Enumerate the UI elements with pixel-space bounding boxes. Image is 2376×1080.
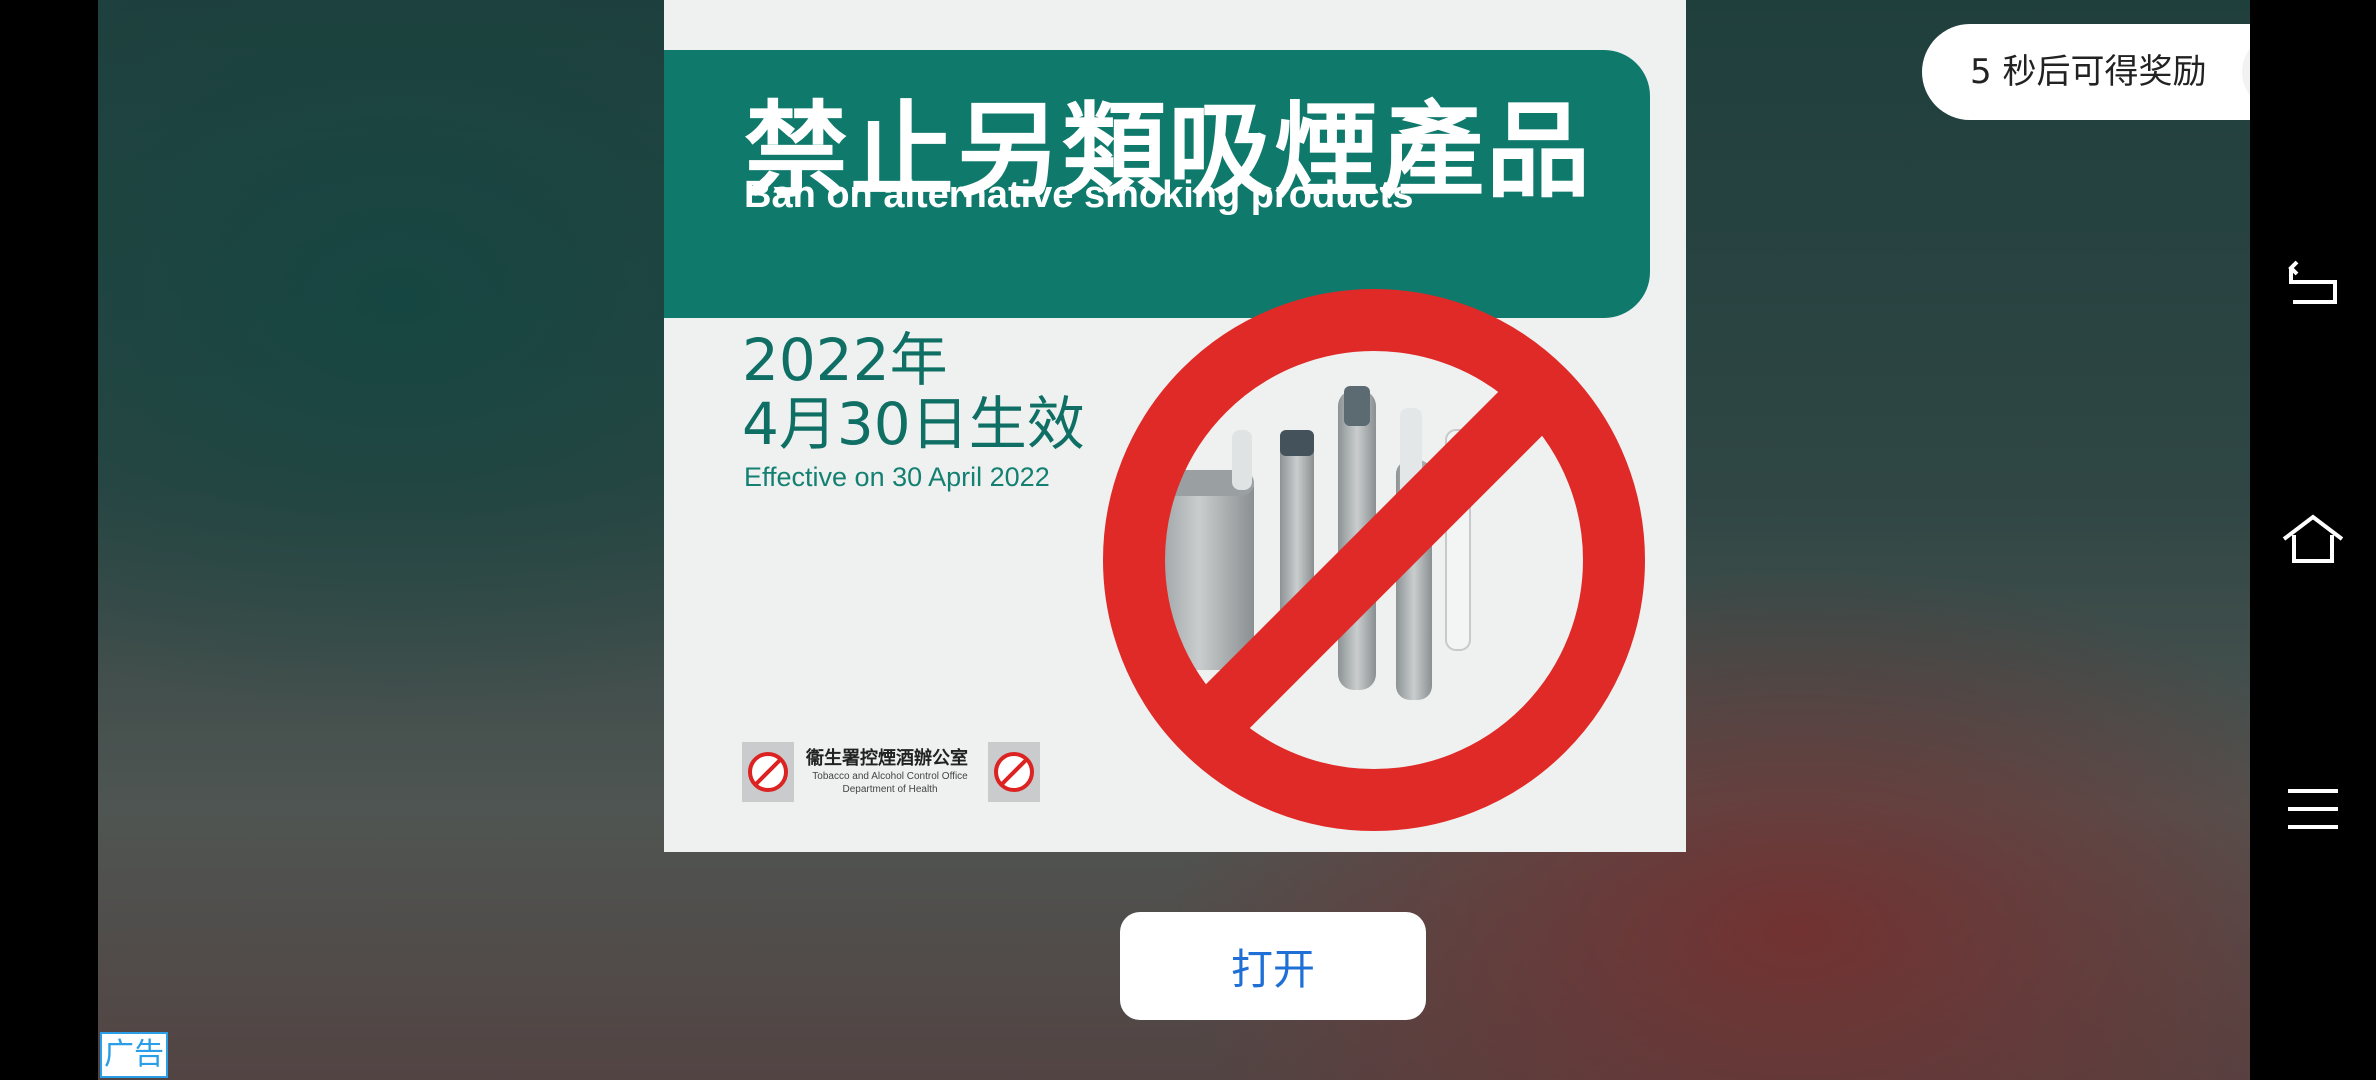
ad-effective-date-zh: 2022年 4月30日生效 — [742, 326, 1085, 458]
ad-effective-date-en: Effective on 30 April 2022 — [744, 462, 1050, 492]
menu-icon — [2288, 789, 2338, 829]
back-button[interactable] — [2268, 240, 2358, 330]
no-smoking-products-icon — [1103, 289, 1645, 831]
footer-org-en: Tobacco and Alcohol Control Office Depar… — [812, 771, 968, 795]
footer-org-zh: 衞生署控煙酒辦公室 — [806, 748, 968, 769]
open-button[interactable]: 打开 — [1120, 912, 1426, 1020]
menu-button[interactable] — [2268, 764, 2358, 854]
ad-background: 禁止另類吸煙產品 Ban on alternative smoking prod… — [98, 0, 2250, 1080]
home-button[interactable] — [2268, 494, 2358, 584]
close-button[interactable] — [2242, 34, 2250, 110]
back-icon — [2288, 260, 2337, 304]
ad-label: 广告 — [100, 1032, 168, 1078]
home-icon — [2282, 514, 2344, 563]
left-black-bar — [0, 0, 98, 1080]
ad-title-en: Ban on alternative smoking products — [744, 174, 1414, 216]
reward-countdown-text: 5 秒后可得奖励 — [1970, 52, 2207, 92]
ad-creative[interactable]: 禁止另類吸煙產品 Ban on alternative smoking prod… — [664, 0, 1686, 852]
reward-countdown-pill: 5 秒后可得奖励 — [1922, 24, 2250, 120]
